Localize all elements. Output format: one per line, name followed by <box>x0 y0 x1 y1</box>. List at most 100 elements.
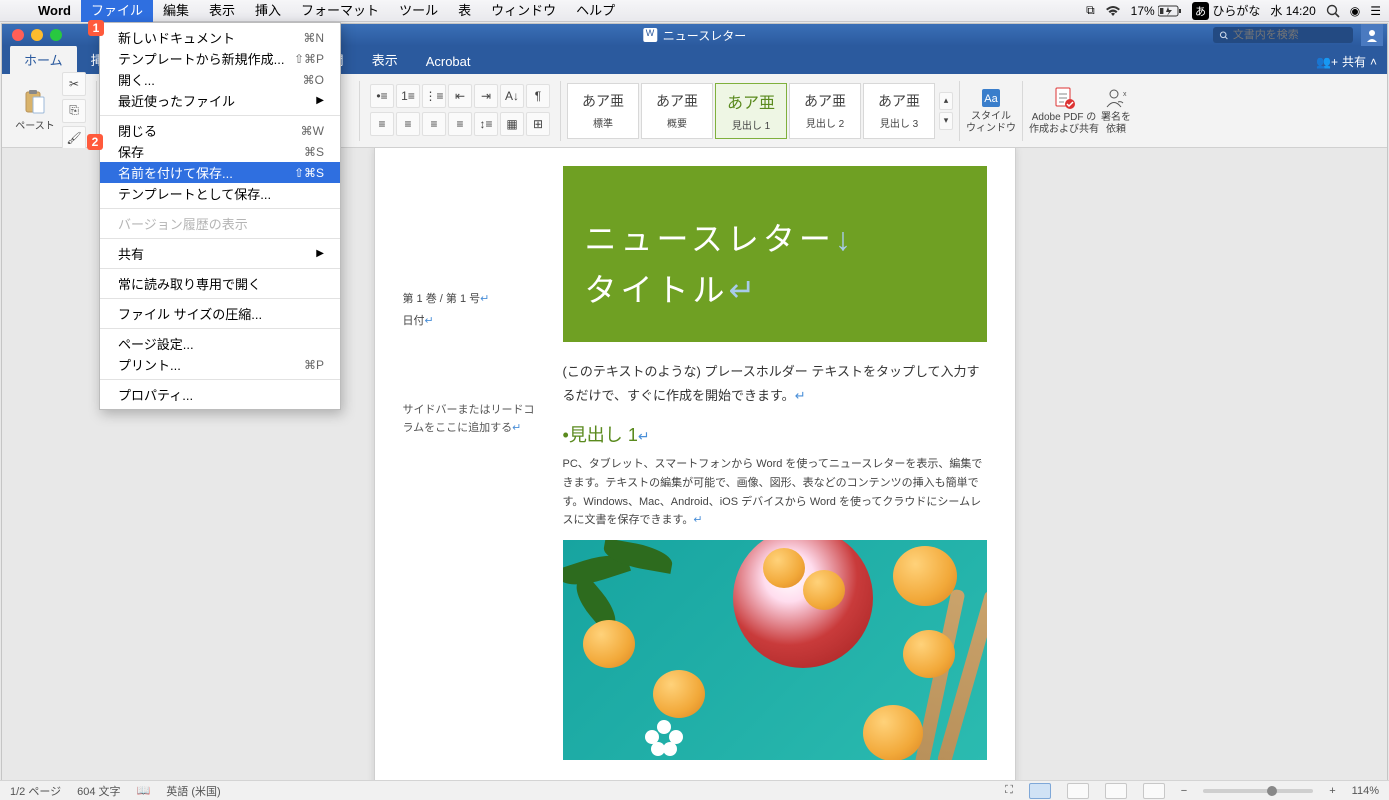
ime-indicator[interactable]: あ ひらがな <box>1192 2 1260 20</box>
copy-button[interactable]: ⎘ <box>62 99 86 123</box>
focus-mode-button[interactable]: ⛶ <box>1005 784 1013 797</box>
menu-item[interactable]: 共有▶ <box>100 243 340 264</box>
align-center-button[interactable]: ≡ <box>396 112 420 136</box>
status-spellcheck-icon[interactable]: 📖 <box>137 784 151 797</box>
notification-icon[interactable]: ☰ <box>1370 4 1381 18</box>
menu-item[interactable]: ページ設定... <box>100 333 340 354</box>
adobe-pdf-button[interactable]: Adobe PDF の 作成および共有 <box>1029 86 1099 136</box>
menu-insert[interactable]: 挿入 <box>245 0 291 22</box>
status-word-count[interactable]: 604 文字 <box>77 783 120 799</box>
menu-item[interactable]: 閉じる⌘W <box>100 120 340 141</box>
justify-button[interactable]: ≡ <box>448 112 472 136</box>
web-layout-view-button[interactable] <box>1067 783 1089 799</box>
menu-item: バージョン履歴の表示 <box>100 213 340 234</box>
zoom-level[interactable]: 114% <box>1352 785 1379 797</box>
sort-button[interactable]: A↓ <box>500 84 524 108</box>
multilevel-button[interactable]: ⋮≡ <box>422 84 446 108</box>
doc-sidebar-desc[interactable]: サイドバーまたはリードコラムをここに追加する↵ <box>403 402 543 437</box>
clipboard-group: ペースト ✂ ⎘ 🖌 <box>8 72 90 150</box>
style-item[interactable]: あア亜標準 <box>567 83 639 139</box>
styles-pane-button[interactable]: Aa スタイル ウィンドウ <box>966 87 1016 135</box>
doc-heading-1[interactable]: •見出し 1↵ <box>563 421 987 447</box>
document-title: ニュースレター <box>663 27 746 44</box>
battery-status[interactable]: 17% <box>1131 4 1182 18</box>
style-scroll-up[interactable]: ▴ <box>939 92 953 110</box>
style-scroll-down[interactable]: ▾ <box>939 112 953 130</box>
menu-file[interactable]: ファイル <box>81 0 153 22</box>
draft-view-button[interactable] <box>1143 783 1165 799</box>
zoom-window-button[interactable] <box>50 29 62 41</box>
menu-item[interactable]: 名前を付けて保存...⇧⌘S <box>100 162 340 183</box>
tab-view[interactable]: 表示 <box>358 45 412 74</box>
wifi-icon[interactable] <box>1105 5 1121 17</box>
doc-hero[interactable]: ニュースレター↓タイトル↵ <box>563 166 987 342</box>
align-left-button[interactable]: ≡ <box>370 112 394 136</box>
show-marks-button[interactable]: ¶ <box>526 84 550 108</box>
search-box[interactable] <box>1213 27 1353 43</box>
style-item[interactable]: あア亜見出し 3 <box>863 83 935 139</box>
doc-sidebar-column: 第 1 巻 / 第 1 号↵ 日付↵ サイドバーまたはリードコラムをここに追加す… <box>403 166 543 760</box>
style-item[interactable]: あア亜概要 <box>641 83 713 139</box>
line-spacing-button[interactable]: ↕≡ <box>474 112 498 136</box>
style-gallery[interactable]: あア亜標準あア亜概要あア亜見出し 1あア亜見出し 2あア亜見出し 3 <box>567 83 935 139</box>
search-icon <box>1219 30 1229 41</box>
menu-help[interactable]: ヘルプ <box>566 0 625 22</box>
request-signature-button[interactable]: x 署名を 依頼 <box>1101 86 1131 136</box>
menu-window[interactable]: ウィンドウ <box>481 0 566 22</box>
clock: 水 14:20 <box>1270 2 1315 19</box>
menu-item[interactable]: 新しいドキュメント⌘N <box>100 27 340 48</box>
minimize-window-button[interactable] <box>31 29 43 41</box>
borders-button[interactable]: ⊞ <box>526 112 550 136</box>
share-button[interactable]: 👥+ 共有 ˄ <box>1306 49 1387 74</box>
zoom-out-button[interactable]: − <box>1181 785 1187 797</box>
bullets-button[interactable]: •≡ <box>370 84 394 108</box>
doc-date[interactable]: 日付↵ <box>403 312 543 328</box>
menu-item[interactable]: ファイル サイズの圧縮... <box>100 303 340 324</box>
status-pages[interactable]: 1/2 ページ <box>10 783 61 799</box>
cut-button[interactable]: ✂ <box>62 72 86 96</box>
tab-acrobat[interactable]: Acrobat <box>412 49 485 74</box>
align-right-button[interactable]: ≡ <box>422 112 446 136</box>
decrease-indent-button[interactable]: ⇤ <box>448 84 472 108</box>
search-input[interactable] <box>1233 29 1347 41</box>
bluetooth-icon[interactable]: ⧉ <box>1086 3 1095 18</box>
control-center-icon[interactable]: ◉ <box>1350 4 1360 18</box>
status-language[interactable]: 英語 (米国) <box>166 783 220 799</box>
style-item[interactable]: あア亜見出し 2 <box>789 83 861 139</box>
page: 第 1 巻 / 第 1 号↵ 日付↵ サイドバーまたはリードコラムをここに追加す… <box>375 148 1015 780</box>
menu-format[interactable]: フォーマット <box>291 0 389 22</box>
close-window-button[interactable] <box>12 29 24 41</box>
menu-tools[interactable]: ツール <box>389 0 448 22</box>
numbering-button[interactable]: 1≡ <box>396 84 420 108</box>
menu-view[interactable]: 表示 <box>199 0 245 22</box>
shading-button[interactable]: ▦ <box>500 112 524 136</box>
menu-item[interactable]: 常に読み取り専用で開く <box>100 273 340 294</box>
menu-item[interactable]: プロパティ... <box>100 384 340 405</box>
outline-view-button[interactable] <box>1105 783 1127 799</box>
menu-item[interactable]: テンプレートとして保存... <box>100 183 340 204</box>
style-item[interactable]: あア亜見出し 1 <box>715 83 787 139</box>
doc-volume[interactable]: 第 1 巻 / 第 1 号↵ <box>403 290 543 306</box>
menu-item[interactable]: 最近使ったファイル▶ <box>100 90 340 111</box>
doc-image[interactable] <box>563 540 987 760</box>
menu-table[interactable]: 表 <box>448 0 481 22</box>
menu-item[interactable]: テンプレートから新規作成...⇧⌘P <box>100 48 340 69</box>
menu-item[interactable]: 開く...⌘O <box>100 69 340 90</box>
tab-home[interactable]: ホーム <box>10 45 77 74</box>
zoom-slider[interactable] <box>1203 789 1313 793</box>
app-name[interactable]: Word <box>28 3 81 18</box>
doc-intro-paragraph[interactable]: (このテキストのような) プレースホルダー テキストをタップして入力するだけで、… <box>563 360 987 407</box>
doc-body-paragraph[interactable]: PC、タブレット、スマートフォンから Word を使ってニュースレターを表示、編… <box>563 455 987 530</box>
user-account-icon[interactable] <box>1361 24 1383 46</box>
menu-edit[interactable]: 編集 <box>153 0 199 22</box>
spotlight-icon[interactable] <box>1326 4 1340 18</box>
zoom-in-button[interactable]: + <box>1329 785 1335 797</box>
increase-indent-button[interactable]: ⇥ <box>474 84 498 108</box>
svg-text:Aa: Aa <box>984 93 998 105</box>
menu-item[interactable]: 保存⌘S <box>100 141 340 162</box>
menu-item[interactable]: プリント...⌘P <box>100 354 340 375</box>
annotation-2: 2 <box>87 134 103 150</box>
print-layout-view-button[interactable] <box>1029 783 1051 799</box>
paste-button[interactable]: ペースト <box>12 81 58 141</box>
format-painter-button[interactable]: 🖌 <box>62 126 86 150</box>
